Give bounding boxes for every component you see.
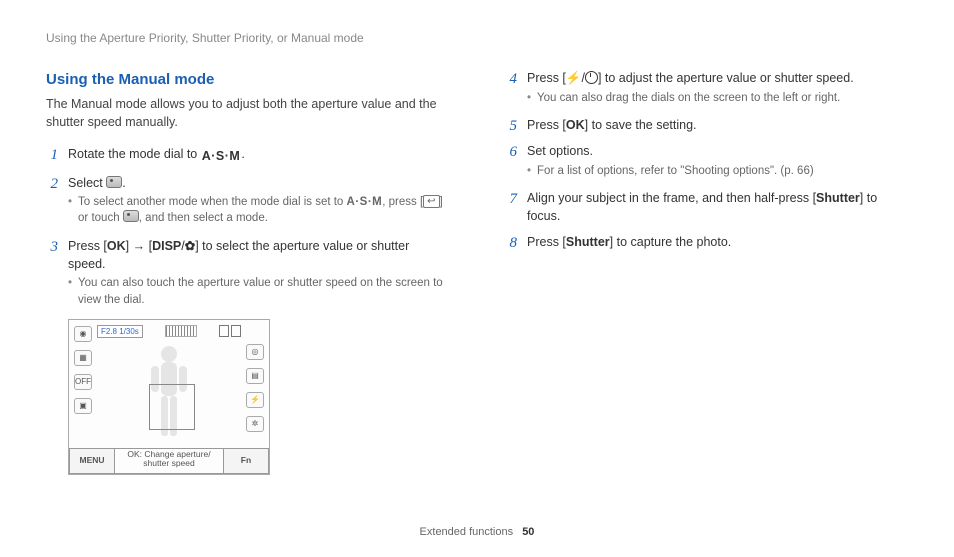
right-column: 4 Press [⚡/] to adjust the aperture valu…	[505, 69, 908, 474]
step-5: 5 Press [OK] to save the setting.	[505, 116, 908, 136]
breadcrumb: Using the Aperture Priority, Shutter Pri…	[46, 30, 908, 47]
macro-icon: ✿	[185, 239, 195, 253]
mode-dial-icon	[106, 176, 122, 188]
step-number: 8	[505, 233, 517, 253]
asm-icon: A·S·M	[202, 147, 241, 165]
step-number: 7	[505, 189, 517, 209]
left-column: Using the Manual mode The Manual mode al…	[46, 69, 449, 474]
camera-screen-illustration: ◉ ▦ OFF ▣ ◎ ▤ ⚡ ✲ F2.8 1/30s	[68, 319, 270, 475]
grid-icon: ▤	[246, 368, 264, 384]
step-7: 7 Align your subject in the frame, and t…	[505, 189, 908, 227]
page-footer: Extended functions 50	[0, 525, 954, 541]
page-number: 50	[522, 526, 534, 538]
target-icon: ◎	[246, 344, 264, 360]
disp-icon: DISP	[152, 239, 181, 253]
exposure-readout: F2.8 1/30s	[97, 325, 143, 339]
step-1: 1 Rotate the mode dial to A·S·M.	[46, 145, 449, 167]
step-3-note: You can also touch the aperture value or…	[68, 275, 449, 308]
shutter-label: Shutter	[816, 191, 860, 205]
section-title: Using the Manual mode	[46, 69, 449, 91]
settings-icon: ✲	[246, 416, 264, 432]
drive-icon: ▦	[74, 350, 92, 366]
mode-icon: ◉	[74, 326, 92, 342]
step-8: 8 Press [Shutter] to capture the photo.	[505, 233, 908, 253]
step-3: 3 Press [OK] → [DISP/✿] to select the ap…	[46, 237, 449, 313]
fn-soft-button: Fn	[223, 448, 269, 474]
step-text: Select	[68, 176, 106, 190]
histogram-icon	[165, 325, 197, 337]
step-number: 1	[46, 145, 58, 165]
step-number: 4	[505, 69, 517, 89]
flash-off-icon: ⚡	[246, 392, 264, 408]
mode-dial-icon	[123, 210, 139, 222]
step-2-note: To select another mode when the mode dia…	[68, 194, 449, 227]
step-6-note: For a list of options, refer to "Shootin…	[527, 163, 908, 180]
step-4: 4 Press [⚡/] to adjust the aperture valu…	[505, 69, 908, 110]
step-6: 6 Set options. For a list of options, re…	[505, 142, 908, 183]
footer-section: Extended functions	[420, 526, 514, 538]
lcd-hint: OK: Change aperture/ shutter speed	[115, 448, 223, 474]
shutter-label: Shutter	[566, 235, 610, 249]
step-number: 3	[46, 237, 58, 257]
step-2: 2 Select . To select another mode when t…	[46, 174, 449, 231]
step-text: Rotate the mode dial to	[68, 147, 201, 161]
step-number: 6	[505, 142, 517, 162]
battery-icon	[219, 325, 241, 337]
step-text: Set options.	[527, 142, 908, 160]
step-number: 2	[46, 174, 58, 194]
back-button-icon: ↩	[423, 195, 439, 208]
flash-icon: ⚡	[566, 71, 582, 85]
section-intro: The Manual mode allows you to adjust bot…	[46, 95, 449, 131]
menu-soft-button: MENU	[69, 448, 115, 474]
ok-icon: OK	[566, 118, 585, 132]
focus-icon: ▣	[74, 398, 92, 414]
off-icon: OFF	[74, 374, 92, 390]
step-4-note: You can also drag the dials on the scree…	[527, 90, 908, 107]
step-number: 5	[505, 116, 517, 136]
timer-icon	[585, 71, 598, 84]
asm-icon: A·S·M	[347, 196, 383, 208]
focus-frame	[149, 384, 195, 430]
ok-icon: OK	[107, 239, 126, 253]
